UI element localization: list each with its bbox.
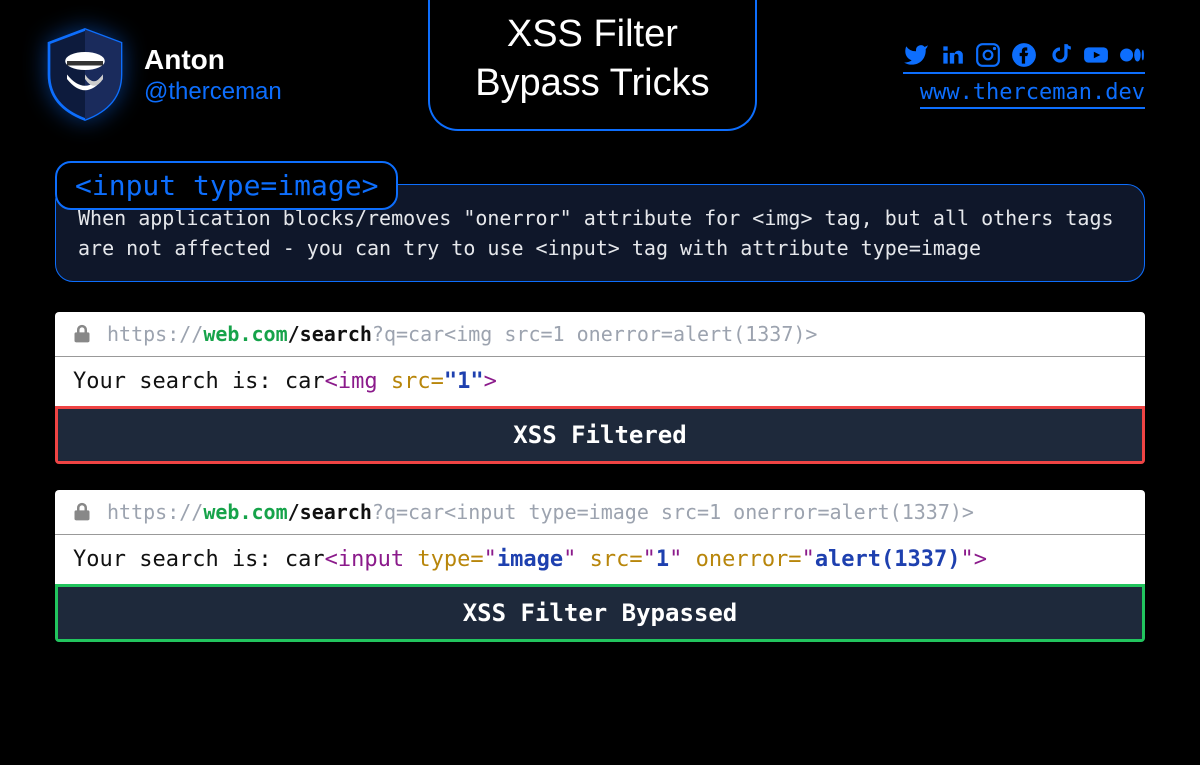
- result-bar: Your search is: car<img src="1">: [55, 357, 1145, 406]
- url-bar: https://web.com/search?q=car<input type=…: [55, 490, 1145, 535]
- shield-logo: [40, 25, 130, 125]
- facebook-icon[interactable]: [1011, 42, 1037, 68]
- title-box: XSS Filter Bypass Tricks: [428, 0, 756, 131]
- url-bar: https://web.com/search?q=car<img src=1 o…: [55, 312, 1145, 357]
- example-filtered: https://web.com/search?q=car<img src=1 o…: [55, 312, 1145, 464]
- content: <input type=image> When application bloc…: [0, 131, 1200, 642]
- url-text: https://web.com/search?q=car<img src=1 o…: [107, 322, 817, 346]
- instagram-icon[interactable]: [975, 42, 1001, 68]
- title-line2: Bypass Tricks: [475, 59, 709, 108]
- tiktok-icon[interactable]: [1047, 42, 1073, 68]
- example-bypassed: https://web.com/search?q=car<input type=…: [55, 490, 1145, 642]
- profile: Anton @therceman: [40, 25, 282, 125]
- twitter-icon[interactable]: [903, 42, 929, 68]
- profile-name: Anton: [144, 44, 282, 76]
- info-tag: <input type=image>: [55, 161, 398, 210]
- lock-icon: [73, 324, 91, 344]
- socials: www.therceman.dev: [903, 42, 1145, 109]
- url-text: https://web.com/search?q=car<input type=…: [107, 500, 974, 524]
- lock-icon: [73, 502, 91, 522]
- status-filtered: XSS Filtered: [55, 406, 1145, 464]
- title-line1: XSS Filter: [475, 10, 709, 59]
- profile-handle[interactable]: @therceman: [144, 78, 282, 106]
- status-bypassed: XSS Filter Bypassed: [55, 584, 1145, 642]
- profile-text: Anton @therceman: [144, 44, 282, 106]
- medium-icon[interactable]: [1119, 42, 1145, 68]
- linkedin-icon[interactable]: [939, 42, 965, 68]
- result-bar: Your search is: car<input type="image" s…: [55, 535, 1145, 584]
- social-icons: [903, 42, 1145, 74]
- header: Anton @therceman XSS Filter Bypass Trick…: [0, 0, 1200, 131]
- youtube-icon[interactable]: [1083, 42, 1109, 68]
- info-section: <input type=image> When application bloc…: [55, 161, 1145, 282]
- website-link[interactable]: www.therceman.dev: [920, 80, 1145, 109]
